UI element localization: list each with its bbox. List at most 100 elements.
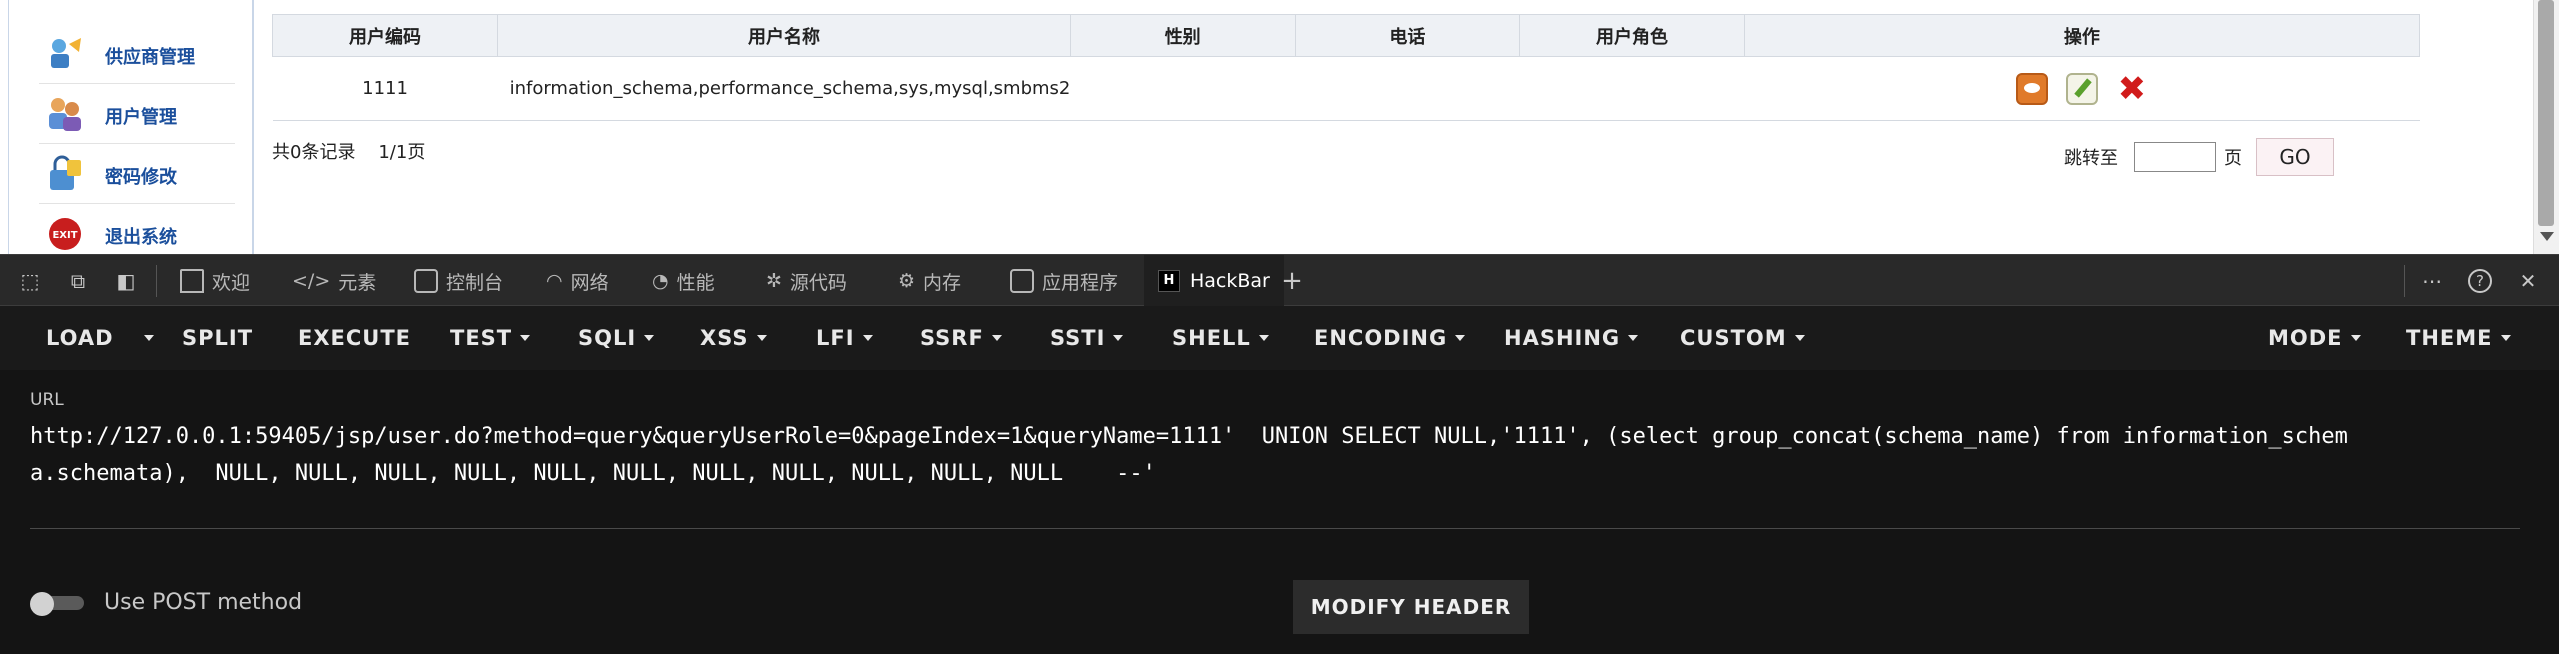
cell-actions: ✖ <box>1744 56 2420 121</box>
tab-divider <box>156 265 157 297</box>
devtools-panel: ⬚ ⧉ ◧ 欢迎 </> 元素 控制台 ◠ 网络 ◔ 性能 ✲ 源代码 ⚙ 内存… <box>0 254 2559 654</box>
sidebar-toggle-icon[interactable]: ◧ <box>114 269 138 293</box>
menu-label: TEST <box>450 326 513 350</box>
add-tab-icon[interactable]: + <box>1280 268 1304 294</box>
table-row: 1111 information_schema,performance_sche… <box>272 56 2420 121</box>
users-icon <box>49 98 81 131</box>
load-dropdown-button[interactable] <box>136 306 154 370</box>
ssrf-menu[interactable]: SSRF <box>920 306 1002 370</box>
hashing-menu[interactable]: HASHING <box>1504 306 1639 370</box>
menu-label: EXECUTE <box>298 326 412 350</box>
tab-console[interactable]: 控制台 <box>414 255 503 307</box>
xss-menu[interactable]: XSS <box>700 306 767 370</box>
cell-phone <box>1295 56 1520 121</box>
tab-application[interactable]: 应用程序 <box>1010 255 1118 307</box>
tab-divider <box>2404 265 2405 297</box>
tab-network[interactable]: ◠ 网络 <box>546 255 609 307</box>
tab-label: 欢迎 <box>212 271 251 294</box>
menu-label: SQLI <box>578 326 637 350</box>
chevron-down-icon <box>644 335 655 341</box>
url-panel: URL http://127.0.0.1:59405/jsp/user.do?m… <box>0 370 2559 654</box>
sidebar-item-exit[interactable]: EXIT 退出系统 <box>39 204 235 254</box>
sidebar-item-label: 用户管理 <box>105 107 177 128</box>
password-icon <box>50 155 81 190</box>
exit-icon: EXIT <box>49 218 81 250</box>
toggle-knob <box>30 592 54 616</box>
chip-icon: ⚙ <box>898 270 916 292</box>
header-user-code: 用户编码 <box>271 14 499 57</box>
modify-header-button[interactable]: MODIFY HEADER <box>1293 580 1529 634</box>
page-suffix: 页 <box>2224 148 2242 169</box>
hackbar-icon: H <box>1158 270 1180 292</box>
sqli-menu[interactable]: SQLI <box>578 306 655 370</box>
edit-icon[interactable] <box>2065 72 2098 105</box>
test-menu[interactable]: TEST <box>450 306 531 370</box>
tab-welcome[interactable]: 欢迎 <box>180 255 250 307</box>
sidebar: 供应商管理 用户管理 密码修改 EXIT 退出系统 <box>8 0 254 254</box>
sidebar-item-label: 退出系统 <box>105 227 177 248</box>
menu-label: MODE <box>2268 326 2343 350</box>
sidebar-item-supplier[interactable]: 供应商管理 <box>39 24 235 84</box>
menu-label: LFI <box>816 326 855 350</box>
tab-label: 控制台 <box>446 271 504 294</box>
tab-elements[interactable]: </> 元素 <box>292 255 376 307</box>
vertical-scrollbar[interactable] <box>2533 0 2559 254</box>
custom-menu[interactable]: CUSTOM <box>1680 306 1805 370</box>
record-info: 共0条记录 1/1页 <box>272 138 425 164</box>
header-phone: 电话 <box>1294 14 1521 57</box>
more-options-icon[interactable]: ⋯ <box>2420 269 2444 293</box>
scrollbar-thumb[interactable] <box>2538 0 2554 226</box>
cell-user-name: information_schema,performance_schema,sy… <box>497 56 1071 121</box>
page-jump-input[interactable] <box>2134 142 2216 172</box>
chevron-down-icon <box>1794 335 1805 341</box>
scroll-down-arrow-icon[interactable] <box>2540 232 2554 241</box>
sidebar-item-password[interactable]: 密码修改 <box>39 144 235 204</box>
chevron-down-icon <box>520 335 531 341</box>
chevron-down-icon <box>1628 335 1639 341</box>
cell-gender <box>1070 56 1296 121</box>
device-emulation-icon[interactable]: ⧉ <box>66 269 90 293</box>
home-icon <box>180 269 204 293</box>
inspect-icon[interactable]: ⬚ <box>18 269 42 293</box>
view-icon[interactable] <box>2015 72 2048 105</box>
tab-label: 网络 <box>570 271 609 294</box>
url-divider <box>30 528 2520 529</box>
delete-icon[interactable]: ✖ <box>2116 72 2148 106</box>
jump-label: 跳转至 <box>2064 148 2118 169</box>
cell-role <box>1519 56 1745 121</box>
tab-label: 源代码 <box>789 271 847 294</box>
help-icon[interactable]: ? <box>2468 269 2492 293</box>
ssti-menu[interactable]: SSTI <box>1050 306 1124 370</box>
tab-sources[interactable]: ✲ 源代码 <box>766 255 847 307</box>
svg-text:EXIT: EXIT <box>52 230 77 241</box>
menu-label: HASHING <box>1504 326 1621 350</box>
split-button[interactable]: SPLIT <box>182 306 253 370</box>
theme-menu[interactable]: THEME <box>2406 306 2511 370</box>
tab-hackbar[interactable]: H HackBar <box>1144 255 1284 307</box>
load-button[interactable]: LOAD <box>46 306 114 370</box>
hackbar-toolbar: LOAD SPLIT EXECUTE TEST SQLI XSS LFI SSR… <box>0 306 2559 370</box>
chevron-down-icon <box>756 335 767 341</box>
tab-performance[interactable]: ◔ 性能 <box>652 255 715 307</box>
menu-label: XSS <box>700 326 749 350</box>
chevron-down-icon <box>1113 335 1124 341</box>
application-icon <box>1010 269 1034 293</box>
shell-menu[interactable]: SHELL <box>1172 306 1269 370</box>
menu-label: ENCODING <box>1314 326 1448 350</box>
post-method-label: Use POST method <box>104 590 303 615</box>
sidebar-item-users[interactable]: 用户管理 <box>39 84 235 144</box>
chevron-down-icon <box>1455 335 1466 341</box>
menu-label: CUSTOM <box>1680 326 1787 350</box>
post-method-toggle[interactable] <box>30 592 86 616</box>
execute-button[interactable]: EXECUTE <box>298 306 411 370</box>
mode-menu[interactable]: MODE <box>2268 306 2361 370</box>
lfi-menu[interactable]: LFI <box>816 306 873 370</box>
tab-label: 元素 <box>338 271 377 294</box>
close-icon[interactable]: ✕ <box>2516 269 2540 293</box>
devtools-tab-bar: ⬚ ⧉ ◧ 欢迎 </> 元素 控制台 ◠ 网络 ◔ 性能 ✲ 源代码 ⚙ 内存… <box>0 254 2559 307</box>
tab-memory[interactable]: ⚙ 内存 <box>898 255 961 307</box>
url-input[interactable]: http://127.0.0.1:59405/jsp/user.do?metho… <box>30 418 2370 492</box>
go-button[interactable]: GO <box>2256 138 2334 176</box>
encoding-menu[interactable]: ENCODING <box>1314 306 1466 370</box>
tab-label: HackBar <box>1190 270 1270 292</box>
